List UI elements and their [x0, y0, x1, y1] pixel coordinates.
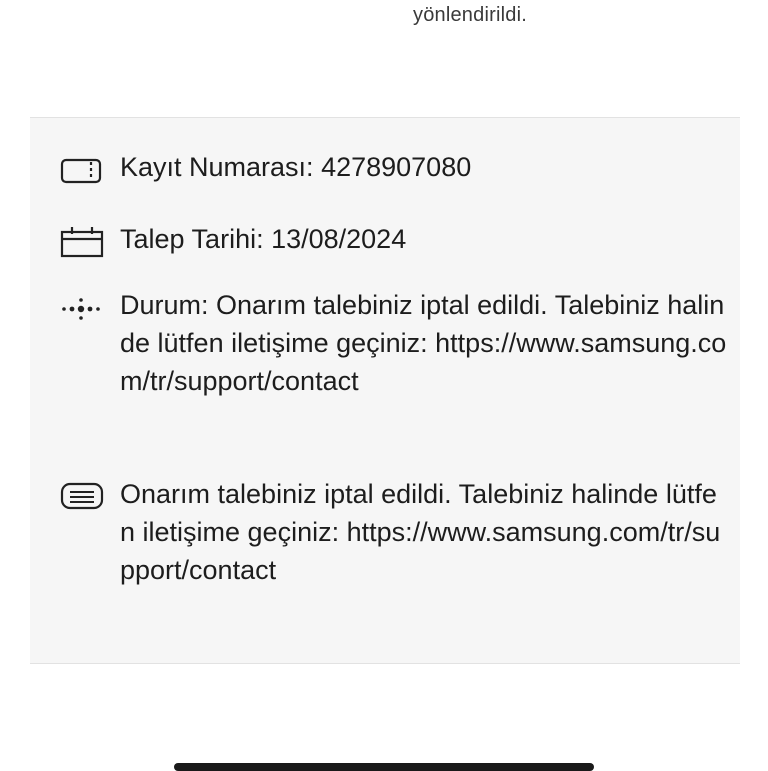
- repair-request-details-card: Kayıt Numarası: 4278907080 Talep Tarihi:…: [30, 117, 740, 664]
- note-text: Onarım talebiniz iptal edildi. Talebiniz…: [120, 479, 721, 585]
- redirect-message: yönlendirildi.: [413, 4, 527, 26]
- ticket-icon: [60, 156, 104, 186]
- request-date-text: Talep Tarihi: 13/08/2024: [120, 224, 407, 254]
- status-text: Durum: Onarım talebiniz iptal edildi. Ta…: [120, 290, 727, 396]
- record-number-text: Kayıt Numarası: 4278907080: [120, 152, 472, 182]
- calendar-icon: [60, 224, 104, 258]
- home-indicator-bar[interactable]: [174, 763, 594, 771]
- progress-dots-icon: [60, 294, 104, 324]
- message-icon: [60, 481, 104, 511]
